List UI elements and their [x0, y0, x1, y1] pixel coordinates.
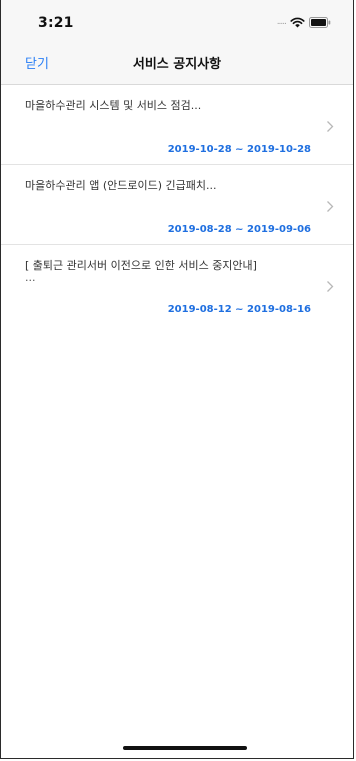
chevron-right-icon: [326, 200, 334, 213]
page-title: 서비스 공지사항: [132, 57, 222, 72]
battery-icon: [309, 16, 331, 28]
notice-date: 2019-10-28 ~ 2019-10-28: [167, 144, 311, 155]
notice-item[interactable]: 마을하수관리 시스템 및 서비스 점검... 2019-10-28 ~ 2019…: [1, 85, 353, 165]
chevron-right-icon: [326, 120, 334, 133]
notice-date: 2019-08-12 ~ 2019-08-16: [167, 304, 311, 315]
nav-bar: 닫기 서비스 공지사항: [1, 42, 353, 85]
status-time: 3:21: [38, 15, 74, 31]
notice-list: 마을하수관리 시스템 및 서비스 점검... 2019-10-28 ~ 2019…: [1, 85, 353, 324]
wifi-icon: [290, 17, 305, 28]
signal-icon: .....: [276, 17, 287, 27]
notice-title: 마을하수관리 시스템 및 서비스 점검...: [25, 99, 202, 112]
notice-title: 마을하수관리 앱 (안드로이드) 긴급패치...: [25, 179, 217, 192]
notice-title-continued: ...: [25, 271, 36, 284]
status-icons: .....: [277, 16, 331, 28]
app-frame: 3:21 ..... 닫기 서비스 공지사항 마을하수관리 시스템 및 서비스 …: [0, 0, 354, 759]
notice-title: [ 출퇴근 관리서버 이전으로 인한 서비스 중지안내]: [25, 259, 257, 272]
notice-date: 2019-08-28 ~ 2019-09-06: [167, 224, 311, 235]
notice-item[interactable]: [ 출퇴근 관리서버 이전으로 인한 서비스 중지안내] ... 2019-08…: [1, 245, 353, 324]
status-bar: 3:21 .....: [1, 0, 353, 42]
chevron-right-icon: [326, 280, 334, 293]
home-indicator[interactable]: [123, 746, 247, 750]
notice-item[interactable]: 마을하수관리 앱 (안드로이드) 긴급패치... 2019-08-28 ~ 20…: [1, 165, 353, 245]
